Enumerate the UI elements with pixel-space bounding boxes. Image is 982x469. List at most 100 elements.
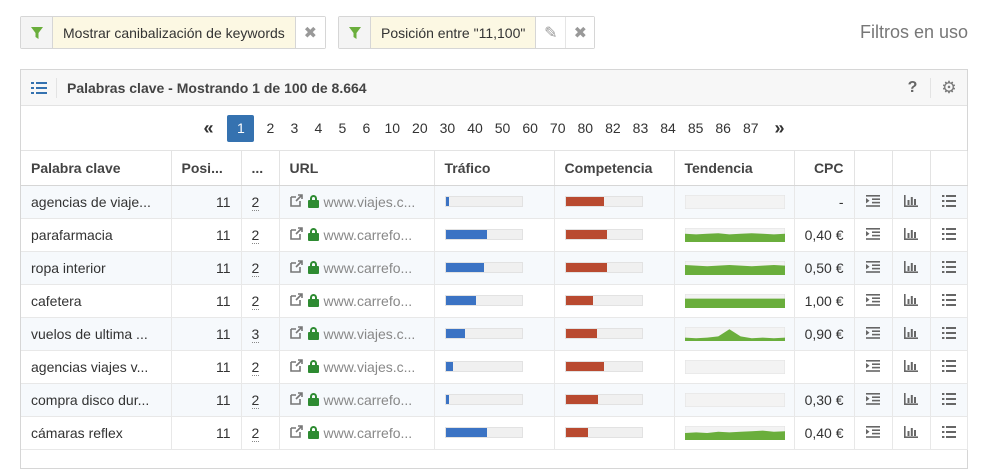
bar-chart-icon[interactable]	[892, 185, 931, 219]
table-row[interactable]: cámaras reflex 11 2 www.carrefo... 0,40 €	[21, 416, 968, 450]
filter-chip-position[interactable]: Posición entre "11,100" ✎ ✖	[338, 16, 596, 49]
count-cell[interactable]: 2	[241, 185, 280, 219]
url-link[interactable]: www.viajes.c...	[324, 359, 416, 375]
table-row[interactable]: cafetera 11 2 www.carrefo... 1,00 €	[21, 284, 968, 318]
table-row[interactable]: ropa interior 11 2 www.carrefo... 0,50 €	[21, 251, 968, 285]
external-link-icon[interactable]	[289, 259, 304, 276]
count-cell[interactable]: 2	[241, 416, 280, 450]
table-row[interactable]: vuelos de ultima ... 11 3 www.viajes.c... 0,…	[21, 317, 968, 351]
page-82-button[interactable]: 82	[599, 115, 627, 142]
col-count[interactable]: ...	[241, 151, 280, 186]
list-icon[interactable]	[930, 185, 968, 219]
table-row[interactable]: agencias de viaje... 11 2 www.viajes.c... -	[21, 185, 968, 219]
url-link[interactable]: www.viajes.c...	[324, 194, 416, 210]
page-5-button[interactable]: 5	[330, 115, 354, 142]
keyword-cell[interactable]: compra disco dur...	[21, 383, 172, 417]
col-keyword[interactable]: Palabra clave	[21, 151, 172, 186]
page-84-button[interactable]: 84	[654, 115, 682, 142]
list-icon[interactable]	[930, 383, 968, 417]
page-30-button[interactable]: 30	[434, 115, 462, 142]
page-83-button[interactable]: 83	[627, 115, 655, 142]
filter-icon[interactable]	[21, 17, 53, 48]
table-row[interactable]: compra disco dur... 11 2 www.carrefo... 0,30…	[21, 383, 968, 417]
page-3-button[interactable]: 3	[282, 115, 306, 142]
keyword-cell[interactable]: vuelos de ultima ...	[21, 317, 172, 351]
count-value[interactable]: 2	[251, 391, 260, 409]
count-cell[interactable]: 2	[241, 284, 280, 318]
url-link[interactable]: www.carrefo...	[324, 392, 413, 408]
external-link-icon[interactable]	[289, 292, 304, 309]
table-row[interactable]: parafarmacia 11 2 www.carrefo... 0,40 €	[21, 218, 968, 252]
page-20-button[interactable]: 20	[406, 115, 434, 142]
list-icon[interactable]	[930, 317, 968, 351]
count-cell[interactable]: 2	[241, 218, 280, 252]
indent-list-icon[interactable]	[854, 251, 893, 285]
url-link[interactable]: www.viajes.c...	[324, 326, 416, 342]
list-icon[interactable]	[930, 251, 968, 285]
url-link[interactable]: www.carrefo...	[324, 293, 413, 309]
external-link-icon[interactable]	[289, 424, 304, 441]
indent-list-icon[interactable]	[854, 185, 893, 219]
list-icon[interactable]	[930, 218, 968, 252]
indent-list-icon[interactable]	[854, 383, 893, 417]
external-link-icon[interactable]	[289, 391, 304, 408]
filter-chip-cannibalization[interactable]: Mostrar canibalización de keywords ✖	[20, 16, 326, 49]
help-icon[interactable]: ?	[895, 78, 931, 98]
count-cell[interactable]: 2	[241, 251, 280, 285]
bar-chart-icon[interactable]	[892, 416, 931, 450]
keyword-cell[interactable]: ropa interior	[21, 251, 172, 285]
page-50-button[interactable]: 50	[489, 115, 517, 142]
url-link[interactable]: www.carrefo...	[324, 227, 413, 243]
page-2-button[interactable]: 2	[258, 115, 282, 142]
external-link-icon[interactable]	[289, 193, 304, 210]
close-icon[interactable]: ✖	[295, 17, 325, 48]
count-value[interactable]: 2	[251, 424, 260, 442]
list-icon[interactable]	[930, 350, 968, 384]
keyword-cell[interactable]: agencias de viaje...	[21, 185, 172, 219]
col-position[interactable]: Posi...	[171, 151, 242, 186]
indent-list-icon[interactable]	[854, 317, 893, 351]
count-cell[interactable]: 2	[241, 383, 280, 417]
count-value[interactable]: 2	[251, 259, 260, 277]
keyword-cell[interactable]: agencias viajes v...	[21, 350, 172, 384]
indent-list-icon[interactable]	[854, 284, 893, 318]
page-85-button[interactable]: 85	[682, 115, 710, 142]
prev-page-button[interactable]: «	[193, 115, 223, 142]
col-cpc[interactable]: CPC	[794, 151, 855, 186]
gear-icon[interactable]: ⚙	[931, 78, 967, 98]
list-icon[interactable]	[930, 416, 968, 450]
bar-chart-icon[interactable]	[892, 350, 931, 384]
external-link-icon[interactable]	[289, 226, 304, 243]
next-page-button[interactable]: »	[765, 115, 795, 142]
bar-chart-icon[interactable]	[892, 383, 931, 417]
edit-icon[interactable]: ✎	[536, 17, 566, 48]
table-row[interactable]: agencias viajes v... 11 2 www.viajes.c...	[21, 350, 968, 384]
page-80-button[interactable]: 80	[572, 115, 600, 142]
bar-chart-icon[interactable]	[892, 317, 931, 351]
bar-chart-icon[interactable]	[892, 218, 931, 252]
external-link-icon[interactable]	[289, 325, 304, 342]
col-trend[interactable]: Tendencia	[674, 151, 795, 186]
list-menu-icon[interactable]	[21, 77, 57, 98]
indent-list-icon[interactable]	[854, 416, 893, 450]
page-10-button[interactable]: 10	[378, 115, 406, 142]
page-40-button[interactable]: 40	[461, 115, 489, 142]
count-value[interactable]: 2	[251, 226, 260, 244]
keyword-cell[interactable]: cámaras reflex	[21, 416, 172, 450]
count-value[interactable]: 2	[251, 292, 260, 310]
indent-list-icon[interactable]	[854, 350, 893, 384]
col-competition[interactable]: Competencia	[554, 151, 675, 186]
col-url[interactable]: URL	[279, 151, 435, 186]
col-traffic[interactable]: Tráfico	[434, 151, 555, 186]
indent-list-icon[interactable]	[854, 218, 893, 252]
page-70-button[interactable]: 70	[544, 115, 572, 142]
page-6-button[interactable]: 6	[354, 115, 378, 142]
page-87-button[interactable]: 87	[737, 115, 765, 142]
count-value[interactable]: 2	[251, 358, 260, 376]
keyword-cell[interactable]: parafarmacia	[21, 218, 172, 252]
bar-chart-icon[interactable]	[892, 251, 931, 285]
count-value[interactable]: 3	[251, 325, 260, 343]
bar-chart-icon[interactable]	[892, 284, 931, 318]
count-value[interactable]: 2	[251, 193, 260, 211]
page-86-button[interactable]: 86	[709, 115, 737, 142]
